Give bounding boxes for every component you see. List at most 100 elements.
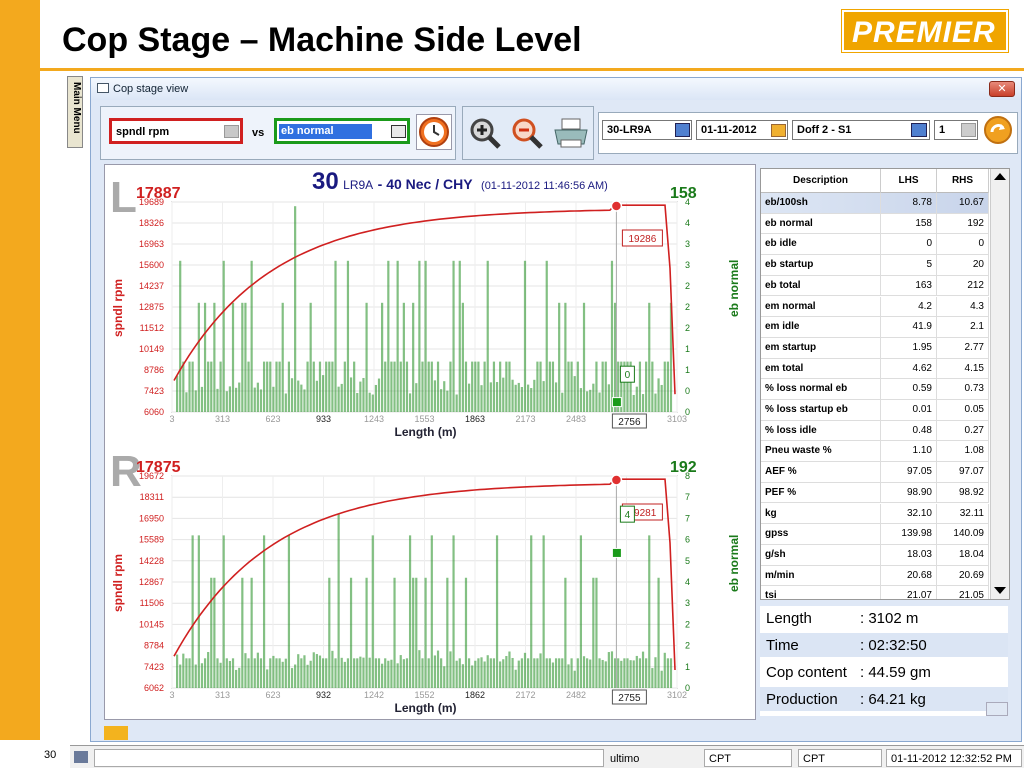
table-scrollbar[interactable] [990,169,1009,599]
table-header-cell[interactable]: LHS [881,169,937,193]
eb-bar [511,379,514,412]
table-cell-value: 41.9 [881,317,937,338]
close-button[interactable]: ✕ [989,81,1015,97]
table-cell-label: em normal [761,296,881,317]
table-cell-value: 0.27 [937,420,989,441]
table-row[interactable]: eb/100sh 8.78 10.67 [761,193,989,214]
x-tick-label: 623 [265,414,280,424]
print-button[interactable] [552,116,590,150]
metric1-select[interactable]: spndl rpm [109,118,243,144]
table-row[interactable]: em startup 1.95 2.77 [761,337,989,359]
left-accent-bar [0,0,40,740]
eb-bar [241,577,244,688]
eb-bar [443,666,446,688]
vs-label: vs [252,127,265,139]
eb-bar [641,394,645,412]
table-row[interactable]: kg 32.10 32.11 [761,503,989,525]
eb-bar [452,260,455,412]
table-row[interactable]: em normal 4.2 4.3 [761,296,989,318]
summary-row: Cop content: 44.59 gm [760,660,1008,684]
table-row[interactable]: em total 4.62 4.15 [761,358,989,380]
eb-bar [613,302,617,412]
x-tick-label: 2482 [566,690,586,700]
scroll-up-icon[interactable] [986,702,1008,716]
table-row[interactable]: m/min 20.68 20.69 [761,565,989,587]
doff-field[interactable]: Doff 2 - S1 [792,120,930,140]
status-field-4-box: 01-11-2012 12:32:52 PM [886,749,1022,767]
table-row[interactable]: eb startup 5 20 [761,255,989,276]
window-titlebar: Cop stage view ✕ [91,78,1021,100]
date-field[interactable]: 01-11-2012 [696,120,788,140]
eb-bar [185,658,188,688]
go-button[interactable] [982,114,1014,146]
eb-bar [381,302,384,412]
eb-bar [527,658,530,688]
eb-bar [645,361,648,412]
table-row[interactable]: em idle 41.9 2.1 [761,317,989,338]
table-cell-label: eb idle [761,234,881,255]
table-row[interactable]: tsi 21.07 21.05 [761,586,989,599]
table-row[interactable]: % loss startup eb 0.01 0.05 [761,400,989,421]
eb-bar [502,377,505,412]
eb-bar [365,302,368,412]
x-tick-label: 1862 [465,690,485,700]
table-row[interactable]: % loss idle 0.48 0.27 [761,420,989,442]
table-row[interactable]: gpss 139.98 140.09 [761,524,989,545]
metric2-select[interactable]: eb normal [274,118,410,144]
eb-bar [247,361,250,412]
doff-value: Doff 2 - S1 [797,124,852,136]
refresh-icon [984,116,1012,144]
eb-bar [197,302,200,412]
eb-bar [340,383,343,412]
slide: Cop Stage – Machine Side Level PREMIER 3… [0,0,1024,768]
table-row[interactable]: Pneu waste % 1.10 1.08 [761,441,989,463]
y-tick-label: 12867 [139,577,164,587]
scroll-down-icon[interactable] [994,587,1006,594]
eb-bar [489,382,492,412]
eb-bar [530,388,533,412]
table-cell-value: 18.04 [937,544,989,565]
eb-bar [660,670,663,688]
eb-bar [328,361,331,412]
table-header-cell[interactable]: RHS [937,169,989,193]
eb-bar [303,389,306,412]
table-row[interactable]: eb total 163 212 [761,275,989,297]
eb-bar [539,361,542,412]
eb-bar [551,361,555,412]
frame-field[interactable]: 30-LR9A [602,120,692,140]
table-header: Description LHS RHS [761,169,989,193]
table-cell-value: 32.11 [937,503,989,524]
eb-bar [337,386,340,412]
eb-bar [356,658,359,688]
status-field-2: CPT [709,753,731,765]
table-row[interactable]: eb idle 0 0 [761,234,989,256]
y-tick-label: 18311 [140,492,164,502]
table-row[interactable]: g/sh 18.03 18.04 [761,544,989,566]
eb-bar [290,378,294,412]
zoom-out-button[interactable] [510,116,544,150]
zoom-in-button[interactable] [468,116,502,150]
count-select[interactable]: 1 [934,120,978,140]
main-menu-tab[interactable]: Main Menu [67,76,83,148]
eb-marker [611,547,622,558]
chevron-down-icon [961,123,976,137]
table-cell-value: 20.69 [937,565,989,586]
eb-bar [259,658,263,688]
table-row[interactable]: AEF % 97.05 97.07 [761,462,989,483]
eb-bar [331,650,334,688]
eb-bar [477,658,480,688]
eb-bar [287,361,291,412]
table-row[interactable]: % loss normal eb 0.59 0.73 [761,379,989,400]
chevron-down-icon [224,125,239,138]
scroll-up-icon[interactable] [994,173,1006,180]
clock-button[interactable] [416,114,452,150]
eb-bar [272,386,275,412]
x-tick-label: 313 [215,414,230,424]
y2-tick-label: 0 [685,386,690,396]
table-header-cell[interactable]: Description [761,169,881,193]
table-cell-value: 163 [881,275,937,296]
table-cell-label: eb/100sh [761,193,881,213]
table-row[interactable]: eb normal 158 192 [761,213,989,235]
table-row[interactable]: PEF % 98.90 98.92 [761,482,989,504]
eb-bar [253,658,256,688]
